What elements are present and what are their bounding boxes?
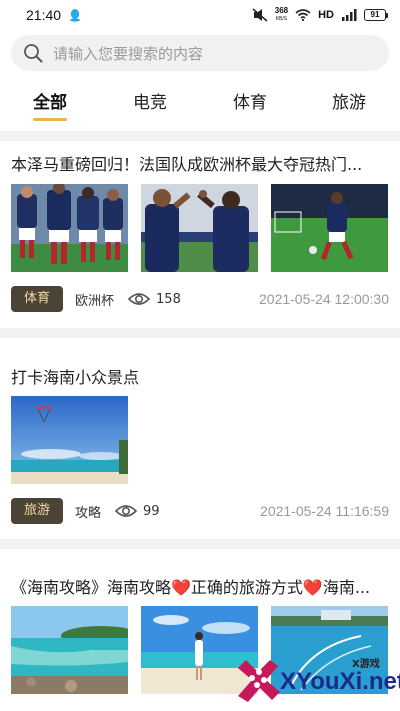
watermark-text: XYouXi.net [280,668,400,695]
battery-level: 91 [364,9,386,21]
net-speed: 368 KB/S [275,7,288,23]
battery-icon: 91 [364,9,388,21]
football-celebration-photo[interactable] [141,184,258,272]
article-card[interactable]: 打卡海南小众景点 旅游 攻略 99 2021-05-24 11:16:59 [0,338,400,538]
timestamp: 2021-05-24 12:00:30 [259,291,389,307]
tab-travel[interactable]: 旅游 [332,88,366,113]
active-tab-indicator [33,118,67,121]
search-bar[interactable]: 请输入您要搜索的内容 [11,35,389,71]
section-divider [0,328,400,338]
football-player-photo[interactable] [271,184,388,272]
hd-label: HD [318,9,334,21]
tab-sports[interactable]: 体育 [233,88,267,113]
search-icon [24,44,43,63]
tab-all[interactable]: 全部 [33,88,67,113]
category-tag[interactable]: 旅游 [11,498,64,524]
gamepad-logo-icon [238,660,280,702]
status-icons: 368 KB/S HD 91 [252,7,388,23]
tab-esports[interactable]: 电竞 [133,88,167,113]
tropical-bay-photo[interactable] [11,606,128,694]
sub-category-label[interactable]: 欧洲杯 [75,290,114,309]
category-tabs: 全部 电竞 体育 旅游 [0,88,400,122]
mute-icon [252,8,268,22]
eye-icon [128,293,151,305]
view-count: 99 [143,503,160,519]
eye-icon [115,505,138,517]
article-meta: 旅游 攻略 99 2021-05-24 11:16:59 [11,498,389,524]
article-title[interactable]: 《海南攻略》海南攻略❤️正确的旅游方式❤️海南... [11,574,389,598]
article-title[interactable]: 本泽马重磅回归！法国队成欧洲杯最大夺冠热门... [11,151,389,175]
qq-icon [70,9,81,22]
status-time: 21:40 [26,7,62,23]
beach-parasail-photo[interactable] [11,396,128,484]
wifi-icon [295,9,311,21]
net-speed-unit: KB/S [275,16,288,22]
watermark: X游戏 XYouXi.net [232,652,400,711]
signal-icon [342,9,357,21]
net-speed-value: 368 [274,6,289,15]
section-divider [0,539,400,549]
article-card[interactable]: 本泽马重磅回归！法国队成欧洲杯最大夺冠热门... 体育 欧洲杯 158 2021… [0,141,400,328]
football-team-photo[interactable] [11,184,128,272]
view-count: 158 [156,291,181,307]
article-title[interactable]: 打卡海南小众景点 [11,364,389,388]
section-divider [0,131,400,141]
sub-category-label[interactable]: 攻略 [75,502,101,521]
status-bar: 21:40 368 KB/S HD 91 [0,0,400,30]
article-meta: 体育 欧洲杯 158 2021-05-24 12:00:30 [11,286,389,312]
timestamp: 2021-05-24 11:16:59 [260,503,389,519]
category-tag[interactable]: 体育 [11,286,64,312]
search-input[interactable]: 请输入您要搜索的内容 [53,43,203,64]
